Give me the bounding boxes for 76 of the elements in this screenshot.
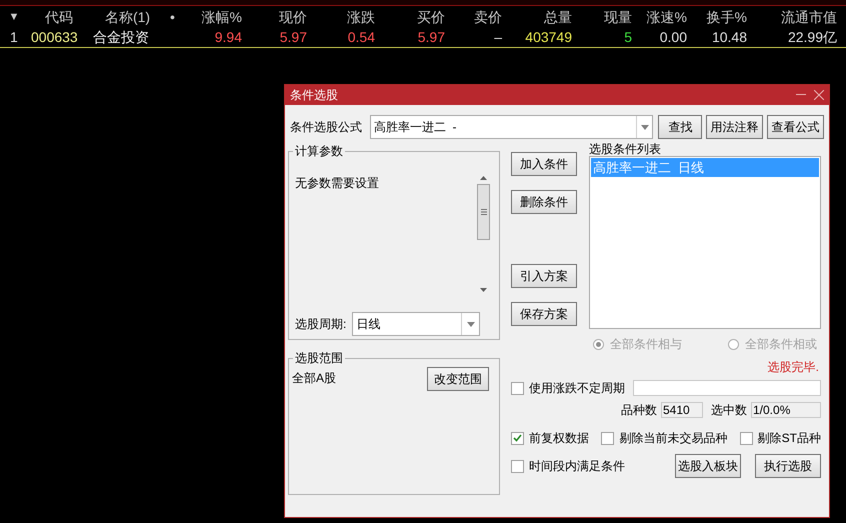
radio-button[interactable]: [593, 338, 604, 350]
checkbox-label: 剔除当前未交易品种: [619, 430, 728, 447]
column-header[interactable]: 现量: [604, 8, 632, 24]
checkbox-label: 剔除ST品种: [758, 430, 821, 447]
checkbox-label: 时间段内满足条件: [529, 458, 625, 475]
params-message: 无参数需要设置: [295, 175, 380, 192]
dialog-button[interactable]: 查看公式: [767, 115, 824, 139]
table-cell: 5.97: [418, 29, 445, 45]
table-cell: 0.54: [348, 29, 375, 45]
group-title: 计算参数: [294, 143, 344, 160]
table-cell: 9.94: [214, 29, 242, 45]
dialog-button[interactable]: 选股入板块: [675, 454, 741, 478]
period-dropdown[interactable]: 日线: [352, 312, 480, 336]
column-header[interactable]: 涨幅%: [202, 8, 242, 24]
dialog-button[interactable]: 保存方案: [511, 302, 577, 326]
radio-label: 全部条件相与: [610, 336, 682, 353]
table-cell: 5: [624, 29, 632, 45]
column-header[interactable]: 涨跌: [347, 8, 375, 24]
table-cell: –: [494, 29, 502, 45]
field-label: 选股周期:: [295, 316, 346, 333]
scroll-down-icon[interactable]: [480, 288, 487, 292]
table-cell: 10.48: [712, 29, 747, 45]
scroll-up-icon[interactable]: [480, 176, 487, 180]
checkbox[interactable]: [601, 432, 614, 444]
range-value: 全部A股: [292, 370, 336, 387]
table-cell: 合金投资: [93, 29, 149, 45]
table-cell: 0.00: [660, 29, 687, 45]
column-header[interactable]: 总量: [544, 8, 572, 24]
dropdown-arrow-icon: [640, 124, 649, 130]
column-header[interactable]: 买价: [417, 8, 445, 24]
count-field: 1/0.0%: [751, 402, 821, 418]
count-field: 5410: [661, 402, 703, 418]
checkbox[interactable]: [511, 382, 524, 394]
checkbox[interactable]: [511, 460, 524, 472]
status-text: 选股完毕.: [768, 359, 819, 376]
table-cell: 403749: [525, 29, 572, 45]
checkbox[interactable]: [740, 432, 753, 444]
column-header[interactable]: 现价: [279, 8, 307, 24]
column-header[interactable]: 涨速%: [646, 8, 687, 24]
group-title: 选股范围: [294, 350, 344, 367]
checkbox[interactable]: [511, 432, 524, 444]
column-header[interactable]: 代码: [45, 8, 73, 24]
dialog-button[interactable]: 引入方案: [511, 264, 577, 288]
count-label: 选中数: [711, 402, 747, 419]
dropdown-arrow-icon: [466, 322, 475, 326]
count-label: 品种数: [621, 402, 657, 419]
radio-button[interactable]: [728, 338, 739, 350]
column-header[interactable]: •: [170, 8, 175, 24]
radio-label: 全部条件相或: [745, 336, 817, 353]
dialog-button[interactable]: 删除条件: [511, 190, 577, 214]
column-header[interactable]: 换手%: [706, 8, 747, 24]
table-cell: 000633: [31, 29, 78, 45]
column-header[interactable]: 名称(1): [104, 8, 150, 24]
column-header[interactable]: ▼: [8, 10, 20, 23]
minimize-icon[interactable]: [796, 94, 806, 96]
period-input[interactable]: [633, 380, 821, 396]
dialog-button[interactable]: 改变范围: [427, 367, 489, 391]
window-title: 条件选股: [290, 87, 338, 104]
list-title: 选股条件列表: [589, 142, 662, 156]
field-label: 条件选股公式: [290, 119, 363, 136]
table-cell: 5.97: [280, 29, 307, 45]
close-icon[interactable]: [814, 90, 824, 100]
table-cell: 22.99亿: [788, 29, 837, 45]
checkbox-label: 使用涨跌不定周期: [529, 380, 625, 397]
dialog-button[interactable]: 用法注释: [706, 115, 764, 139]
dialog-button[interactable]: 执行选股: [755, 454, 821, 478]
scroll-thumb[interactable]: [477, 184, 490, 240]
check-icon: [513, 434, 522, 442]
formula-dropdown[interactable]: 高胜率一进二 -: [370, 115, 654, 139]
dialog-button[interactable]: 加入条件: [511, 152, 577, 176]
quote-row[interactable]: 1 000633 合金投资 9.94 5.97 0.54 5.97 – 403749 5 0.00 10.48 22.99亿: [0, 28, 846, 48]
table-cell: 1: [10, 29, 18, 45]
column-header[interactable]: 卖价: [474, 8, 502, 24]
checkbox-label: 前复权数据: [529, 430, 589, 447]
column-header[interactable]: 流通市值: [781, 8, 837, 24]
dialog-button[interactable]: 查找: [658, 115, 702, 139]
